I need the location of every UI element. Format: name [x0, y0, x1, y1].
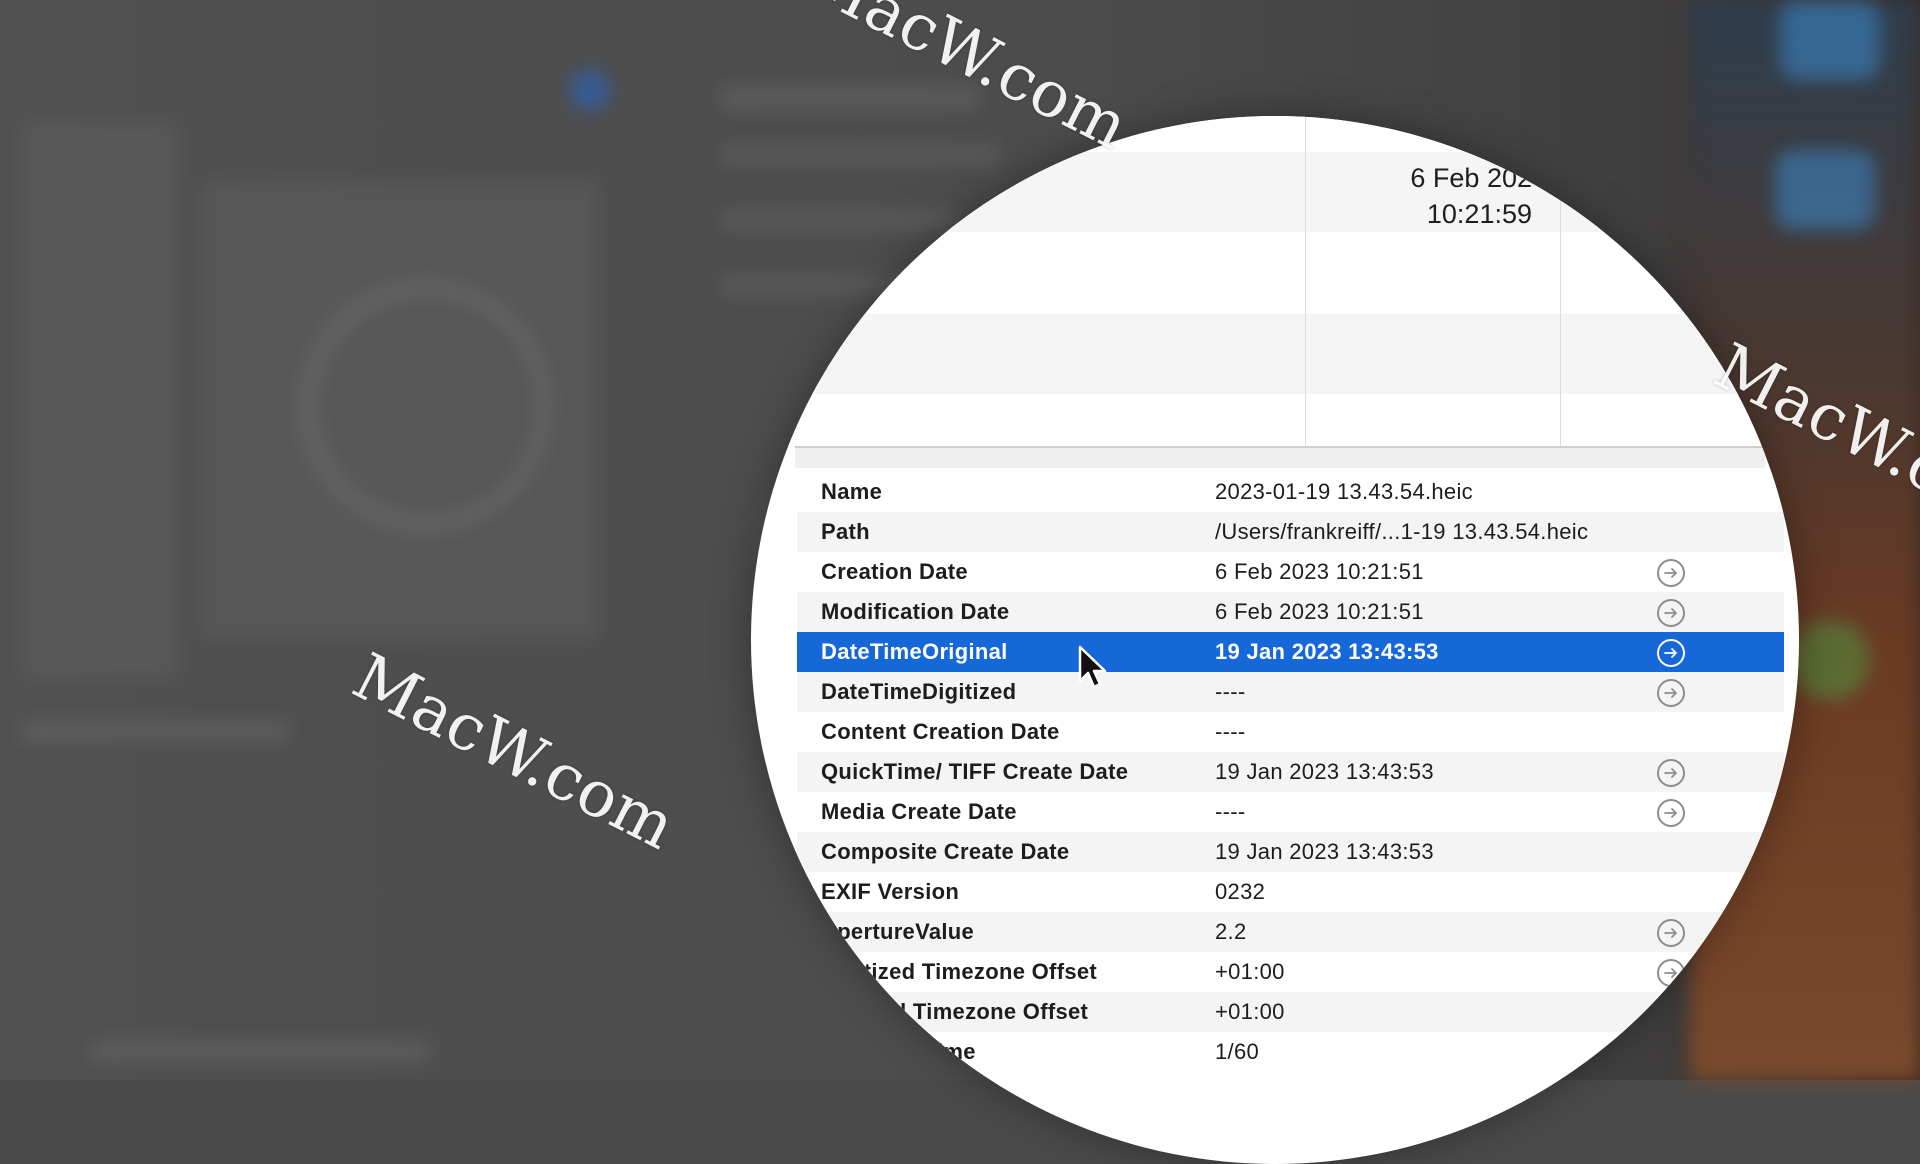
metadata-value: /Users/frankreiff/...1-19 13.43.54.heic [1215, 519, 1589, 544]
preview-time-line: 10:21:59 [1426, 199, 1532, 229]
metadata-row[interactable]: Modification Date 6 Feb 2023 10:21:51 [797, 592, 1784, 632]
metadata-row[interactable]: Media Create Date ---- [797, 792, 1784, 832]
table-header-strip [795, 448, 1765, 468]
metadata-label: Modification Date [821, 599, 1010, 624]
metadata-value: 19 Jan 2023 13:43:53 [1215, 639, 1439, 664]
metadata-label: QuickTime/ TIFF Create Date [821, 759, 1129, 784]
metadata-row[interactable]: DateTimeDigitized ---- [797, 672, 1784, 712]
arrow-circle-right-icon[interactable] [1657, 919, 1685, 947]
magnified-content: 6 Feb 202 10:21:59 Name 2023-01-19 13.43.… [751, 116, 1799, 1080]
metadata-label: Media Create Date [821, 799, 1017, 824]
metadata-value: 6 Feb 2023 10:21:51 [1215, 559, 1424, 584]
metadata-value: ---- [1215, 799, 1246, 824]
metadata-value: ---- [1215, 719, 1246, 744]
metadata-row[interactable]: Digitized Timezone Offset +01:00 [797, 952, 1784, 992]
arrow-circle-right-icon[interactable] [1657, 679, 1685, 707]
metadata-label: EXIF Version [821, 879, 960, 904]
background-bar [720, 85, 980, 111]
metadata-row[interactable]: Creation Date 6 Feb 2023 10:21:51 [797, 552, 1784, 592]
metadata-label: Original Timezone Offset [821, 999, 1089, 1024]
arrow-circle-right-icon[interactable] [1657, 639, 1685, 667]
metadata-label: ApertureValue [821, 919, 975, 944]
metadata-row[interactable]: Content Creation Date ---- [797, 712, 1784, 752]
arrow-circle-right-icon[interactable] [1657, 799, 1685, 827]
background-sidebar [20, 120, 180, 680]
background-desktop-tile [1780, 0, 1880, 80]
metadata-value: ---- [1215, 679, 1246, 704]
metadata-value: 2.2 [1215, 919, 1247, 944]
metadata-row[interactable]: QuickTime/ TIFF Create Date 19 Jan 2023 1… [797, 752, 1784, 792]
metadata-label: DateTimeDigitized [821, 679, 1017, 704]
metadata-row[interactable]: ApertureValue 2.2 [797, 912, 1784, 952]
metadata-value: +01:00 [1215, 999, 1285, 1024]
metadata-row[interactable]: EXIF Version 0232 [797, 872, 1784, 912]
background-bar [90, 1040, 430, 1062]
metadata-label: Creation Date [821, 559, 968, 584]
column-divider [1560, 116, 1561, 446]
background-dial [300, 280, 552, 532]
arrow-circle-right-icon[interactable] [1657, 559, 1685, 587]
metadata-row[interactable]: ExposureTime 1/60 [797, 1032, 1784, 1072]
background-dot [570, 70, 610, 110]
metadata-value: 19 Jan 2023 13:43:53 [1215, 759, 1434, 784]
metadata-label: Digitized Timezone Offset [821, 959, 1098, 984]
metadata-label: ExposureTime [821, 1039, 976, 1064]
preview-row-stripe [780, 152, 1780, 232]
metadata-value: 19 Jan 2023 13:43:53 [1215, 839, 1434, 864]
metadata-value: 6 Feb 2023 10:21:51 [1215, 599, 1424, 624]
metadata-row[interactable]: Original Timezone Offset +01:00 [797, 992, 1784, 1032]
preview-date-line: 6 Feb 202 [1410, 163, 1532, 193]
arrow-circle-right-icon[interactable] [1657, 759, 1685, 787]
column-divider [1305, 116, 1306, 446]
preview-area [780, 116, 1780, 446]
arrow-circle-right-icon[interactable] [1657, 599, 1685, 627]
metadata-table: Name 2023-01-19 13.43.54.heic Path/Users/f… [797, 472, 1784, 1072]
metadata-label: Path [821, 519, 870, 544]
preview-row-stripe [780, 314, 1780, 394]
metadata-value: 2023-01-19 13.43.54.heic [1215, 479, 1473, 504]
preview-date: 6 Feb 202 10:21:59 [1340, 160, 1532, 232]
magnifier-lens: 6 Feb 202 10:21:59 Name 2023-01-19 13.43.… [751, 116, 1799, 1164]
metadata-value: 0232 [1215, 879, 1266, 904]
metadata-value: 1/60 [1215, 1039, 1260, 1064]
metadata-label: DateTimeOriginal [821, 639, 1008, 664]
metadata-value: +01:00 [1215, 959, 1285, 984]
background-desktop-icon [1790, 620, 1870, 700]
metadata-label: Content Creation Date [821, 719, 1060, 744]
metadata-label: Name [821, 479, 883, 504]
arrow-circle-right-icon[interactable] [1657, 959, 1685, 987]
metadata-label: Composite Create Date [821, 839, 1070, 864]
background-bar [20, 720, 290, 742]
metadata-row[interactable]: Composite Create Date 19 Jan 2023 13:43:5… [797, 832, 1784, 872]
metadata-row[interactable]: Name 2023-01-19 13.43.54.heic [797, 472, 1784, 512]
metadata-row[interactable]: DateTimeOriginal 19 Jan 2023 13:43:53 [797, 632, 1784, 672]
metadata-row[interactable]: Path/Users/frankreiff/...1-19 13.43.54.h… [797, 512, 1784, 552]
mouse-pointer-icon [1078, 645, 1107, 689]
